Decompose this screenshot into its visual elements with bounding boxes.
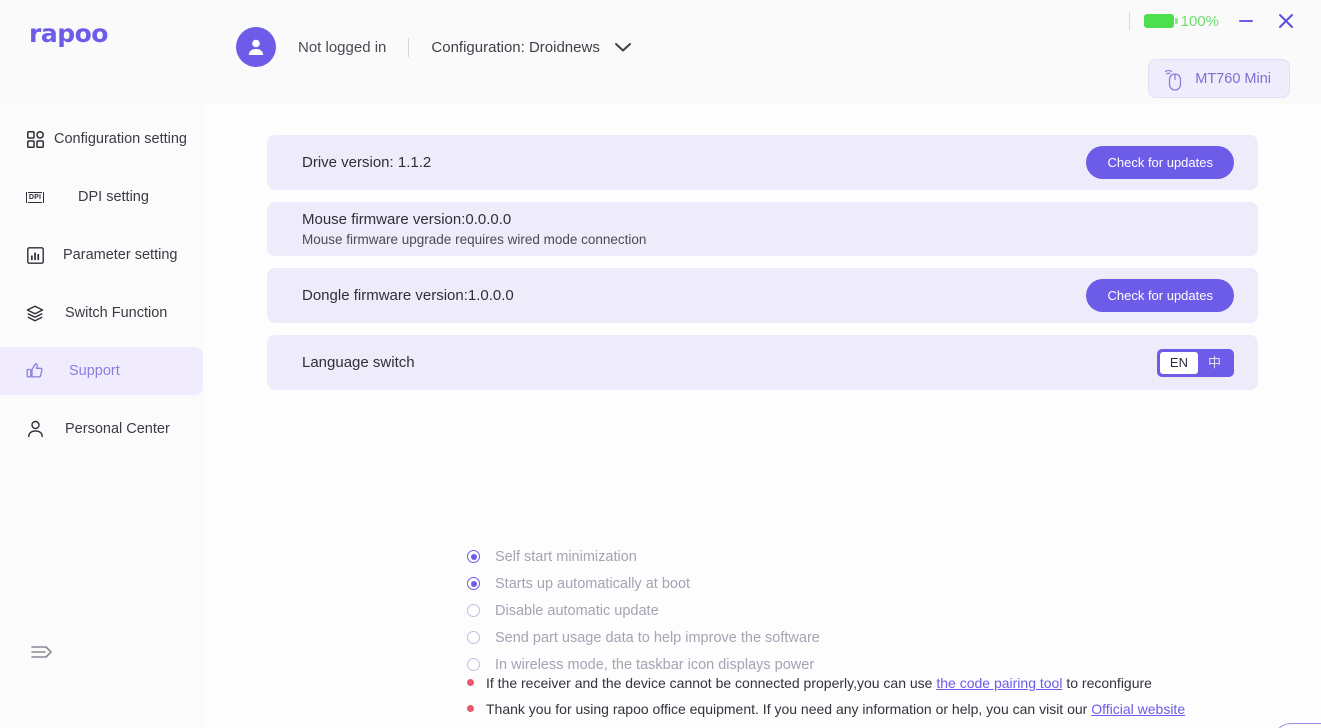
battery-icon [1143, 14, 1178, 28]
sidebar-item-dpi-setting[interactable]: DPI DPI setting [0, 173, 203, 221]
sidebar-item-label: Personal Center [65, 421, 170, 437]
sidebar-item-label: Parameter setting [63, 247, 178, 263]
sidebar-item-label: Switch Function [65, 305, 168, 321]
configuration-selector[interactable]: Configuration: Droidnews [431, 39, 631, 56]
option-label: Disable automatic update [495, 602, 659, 619]
title-bar: rapoo 100% Not logged in Configuration: … [0, 0, 1321, 104]
card-text: Drive version: 1.1.2 [302, 154, 431, 171]
sidebar-item-label: Configuration setting [54, 131, 187, 147]
account-bar: Not logged in Configuration: Droidnews [236, 27, 632, 67]
option-send-part-usage-data[interactable]: Send part usage data to help improve the… [467, 624, 820, 651]
restore-factory-settings-button[interactable]: Restore factory settings [1273, 723, 1321, 728]
bullet-icon [467, 679, 474, 686]
sidebar-item-switch-function[interactable]: Switch Function [0, 289, 203, 337]
sidebar-item-configuration-setting[interactable]: Configuration setting [0, 115, 203, 163]
radio-icon[interactable] [467, 577, 480, 590]
card-title: Drive version: 1.1.2 [302, 154, 432, 171]
card-mouse-firmware: Mouse firmware version:0.0.0.0 Mouse fir… [267, 202, 1258, 256]
thumbs-up-icon [25, 361, 45, 381]
card-title: Mouse firmware version:0.0.0.0 [302, 211, 512, 228]
rapoo-logo: rapoo [29, 19, 108, 48]
note-text: Thank you for using rapoo office equipme… [486, 701, 1185, 717]
window-controls: 100% [1128, 8, 1299, 34]
titlebar-divider [1128, 12, 1130, 30]
startup-options: Self start minimization Starts up automa… [467, 543, 820, 678]
sidebar-item-personal-center[interactable]: Personal Center [0, 405, 203, 453]
option-label: In wireless mode, the taskbar icon displ… [495, 656, 815, 673]
check-for-updates-button-drive[interactable]: Check for updates [1086, 146, 1234, 179]
login-status: Not logged in [298, 38, 387, 56]
card-drive-version: Drive version: 1.1.2 Check for updates [267, 135, 1258, 190]
language-option-zh[interactable]: 中 [1198, 352, 1231, 374]
collapse-sidebar-icon[interactable] [31, 642, 55, 662]
card-language-switch: Language switch EN 中 [267, 335, 1258, 390]
account-divider [408, 37, 410, 57]
bullet-icon [467, 705, 474, 712]
sidebar-item-label: DPI setting [78, 189, 149, 205]
configuration-label: Configuration: Droidnews [431, 38, 600, 56]
note-text: If the receiver and the device cannot be… [486, 675, 1152, 691]
radio-icon[interactable] [467, 604, 480, 617]
code-pairing-tool-link[interactable]: the code pairing tool [936, 675, 1062, 691]
option-taskbar-icon-displays-power[interactable]: In wireless mode, the taskbar icon displ… [467, 651, 820, 678]
main-content: Drive version: 1.1.2 Check for updates M… [203, 104, 1321, 728]
card-subtitle: Mouse firmware upgrade requires wired mo… [302, 232, 647, 247]
device-name: MT760 Mini [1195, 70, 1271, 87]
battery-percent: 100% [1180, 12, 1219, 30]
check-for-updates-button-dongle[interactable]: Check for updates [1086, 279, 1234, 312]
option-starts-up-automatically-at-boot[interactable]: Starts up automatically at boot [467, 570, 820, 597]
chevron-down-icon [614, 43, 631, 52]
close-button[interactable] [1273, 8, 1299, 34]
card-dongle-firmware: Dongle firmware version:1.0.0.0 Check fo… [267, 268, 1258, 323]
info-cards: Drive version: 1.1.2 Check for updates M… [267, 135, 1258, 402]
card-text: Language switch [302, 354, 415, 371]
bar-chart-icon [25, 245, 45, 265]
radio-icon[interactable] [467, 631, 480, 644]
minimize-button[interactable] [1233, 8, 1259, 34]
card-title: Language switch [302, 354, 415, 371]
wireless-mouse-icon [1165, 69, 1182, 91]
note-pre: If the receiver and the device cannot be… [486, 675, 937, 691]
sidebar: Configuration setting DPI DPI setting Pa… [0, 104, 203, 728]
note-pairing-tool: If the receiver and the device cannot be… [467, 675, 1185, 701]
language-option-en[interactable]: EN [1159, 351, 1198, 374]
official-website-link[interactable]: Official website [1091, 701, 1185, 717]
radio-icon[interactable] [467, 550, 480, 563]
card-title: Dongle firmware version:1.0.0.0 [302, 287, 514, 304]
dpi-icon: DPI [25, 191, 45, 203]
note-pre: Thank you for using rapoo office equipme… [486, 701, 1092, 717]
radio-icon[interactable] [467, 658, 480, 671]
option-label: Self start minimization [495, 548, 637, 565]
note-post: to reconfigure [1062, 675, 1152, 691]
card-text: Mouse firmware version:0.0.0.0 Mouse fir… [302, 211, 646, 247]
card-text: Dongle firmware version:1.0.0.0 [302, 287, 514, 304]
grid-icon [25, 129, 45, 149]
avatar[interactable] [236, 27, 276, 67]
option-label: Starts up automatically at boot [495, 575, 691, 592]
sidebar-item-parameter-setting[interactable]: Parameter setting [0, 231, 203, 279]
person-icon [25, 419, 45, 439]
app-window: rapoo 100% Not logged in Configuration: … [0, 0, 1321, 728]
option-self-start-minimization[interactable]: Self start minimization [467, 543, 820, 570]
battery-indicator: 100% [1143, 12, 1219, 30]
language-toggle[interactable]: EN 中 [1156, 348, 1234, 377]
sidebar-item-support[interactable]: Support [0, 347, 203, 395]
device-chip[interactable]: MT760 Mini [1148, 59, 1290, 98]
layers-icon [25, 303, 45, 323]
footer-notes: If the receiver and the device cannot be… [467, 675, 1321, 728]
option-disable-automatic-update[interactable]: Disable automatic update [467, 597, 820, 624]
note-official-website: Thank you for using rapoo office equipme… [467, 701, 1185, 727]
sidebar-item-label: Support [69, 363, 120, 379]
user-avatar-icon [248, 39, 264, 55]
option-label: Send part usage data to help improve the… [495, 629, 820, 646]
